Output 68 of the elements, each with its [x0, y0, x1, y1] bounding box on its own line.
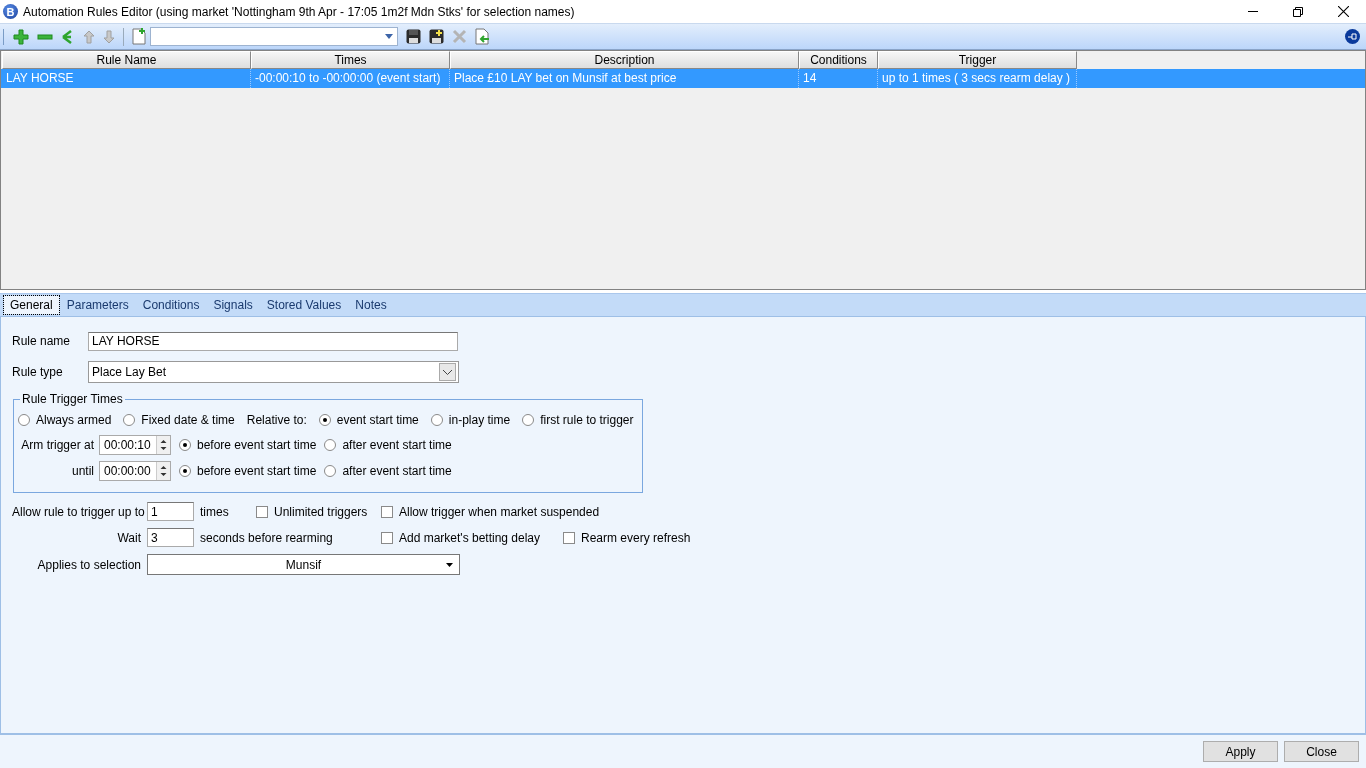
new-document-icon[interactable] — [132, 28, 146, 45]
import-icon[interactable] — [475, 28, 490, 45]
tab[interactable]: Stored Values — [260, 296, 348, 314]
field-label: Rule type — [12, 365, 64, 379]
trigger-count-field[interactable]: 1 — [147, 502, 194, 521]
radio-option[interactable]: Always armed — [18, 413, 112, 427]
dialog-button[interactable]: Close — [1284, 741, 1359, 762]
selection-dropdown[interactable]: Munsif — [147, 554, 460, 575]
column-header[interactable]: Conditions — [799, 51, 878, 69]
field-label: until — [71, 464, 94, 478]
column-header[interactable]: Rule Name — [2, 51, 251, 69]
relative-label: Relative to: — [246, 413, 307, 427]
save-as-icon[interactable] — [429, 29, 444, 44]
tab[interactable]: General — [4, 296, 59, 314]
rule-set-dropdown[interactable] — [150, 27, 398, 46]
tab[interactable]: Signals — [207, 296, 259, 314]
remove-icon[interactable] — [37, 33, 53, 40]
table-cell: LAY HORSE — [2, 69, 251, 88]
radio-option[interactable]: Fixed date & time — [123, 413, 235, 427]
window-title: Automation Rules Editor (using market 'Nottingham 9th Apr - 17:05 1m2f Mdn Stks' for selection names) — [23, 4, 575, 19]
tab[interactable]: Notes — [349, 296, 393, 314]
restore-icon[interactable] — [1293, 6, 1303, 17]
field-label: Arm trigger at — [20, 438, 94, 452]
caret-icon — [385, 34, 393, 39]
pin-icon[interactable] — [1345, 29, 1360, 44]
rule-type-dropdown[interactable]: Place Lay Bet — [88, 361, 459, 383]
checkbox-option[interactable]: Rearm every refresh — [563, 530, 772, 545]
radio-option[interactable]: in-play time — [430, 413, 511, 427]
toolbar-grip-icon[interactable] — [2, 27, 5, 46]
checkbox-option[interactable]: Unlimited triggers — [256, 504, 375, 519]
table-cell: Place £10 LAY bet on Munsif at best price — [450, 69, 799, 88]
radio-option[interactable]: before event start time — [179, 438, 317, 452]
down-arrow-icon[interactable] — [103, 29, 115, 44]
field-suffix: times — [200, 504, 230, 519]
field-label: Rule name — [12, 334, 72, 348]
field-label: Wait — [116, 530, 141, 545]
checkbox-option[interactable]: Add market's betting delay — [381, 530, 557, 545]
caret-icon — [446, 563, 453, 567]
save-icon[interactable] — [406, 29, 421, 44]
tab[interactable]: Parameters — [60, 296, 135, 314]
dialog-button[interactable]: Apply — [1203, 741, 1278, 762]
rule-name-field[interactable]: LAY HORSE — [88, 331, 458, 351]
radio-option[interactable]: after event start time — [324, 438, 452, 452]
column-header[interactable]: Description — [450, 51, 799, 69]
radio-option[interactable]: after event start time — [324, 464, 452, 478]
radio-option[interactable]: before event start time — [179, 464, 317, 478]
column-header[interactable]: Times — [251, 51, 450, 69]
table-cell: 14 — [799, 69, 878, 88]
radio-option[interactable]: first rule to trigger — [522, 413, 634, 427]
field-suffix: seconds before rearming — [200, 530, 333, 545]
wait-seconds-field[interactable]: 3 — [147, 528, 194, 547]
minimize-icon[interactable] — [1248, 10, 1258, 13]
tab[interactable]: Conditions — [136, 296, 206, 314]
column-header[interactable]: Trigger — [878, 51, 1077, 69]
app-logo-icon: B — [3, 4, 18, 19]
up-arrow-icon[interactable] — [83, 29, 95, 44]
delete-icon[interactable] — [452, 29, 467, 44]
caret-icon — [443, 369, 452, 375]
table-cell: up to 1 times ( 3 secs rearm delay ) — [878, 69, 1077, 88]
time-spinner[interactable]: 00:00:00 — [99, 461, 171, 481]
field-label: Applies to selection — [36, 557, 141, 572]
group-title: Rule Trigger Times — [21, 392, 124, 406]
checkbox-option[interactable]: Allow trigger when market suspended — [381, 504, 600, 519]
close-icon[interactable] — [1338, 6, 1349, 17]
time-spinner[interactable]: 00:00:10 — [99, 435, 171, 455]
add-icon[interactable] — [13, 28, 29, 45]
radio-option[interactable]: event start time — [318, 413, 419, 427]
table-cell: -00:00:10 to -00:00:00 (event start) — [251, 69, 450, 88]
